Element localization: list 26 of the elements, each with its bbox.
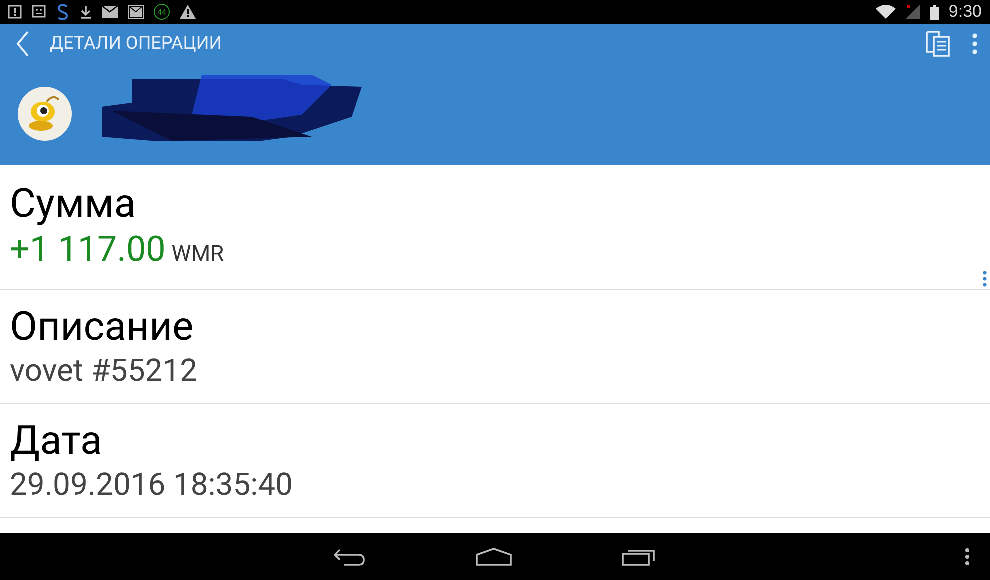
back-icon[interactable] [334, 548, 366, 566]
status-time: 9:30 [948, 2, 982, 22]
warning-icon [180, 5, 196, 19]
alert-icon [8, 5, 22, 19]
scroll-indicator [983, 271, 987, 287]
currency-unit: WMR [172, 243, 224, 268]
field-value: 29.09.2016 18:35:40 [10, 468, 293, 502]
mail-icon [102, 6, 118, 18]
home-icon[interactable] [476, 548, 512, 566]
field-label: Сумма [10, 183, 138, 225]
notification-badge: 44 [154, 4, 170, 20]
battery-icon [930, 4, 939, 20]
mail-icon [128, 5, 144, 19]
signal-icon [906, 5, 920, 19]
amount-value: +1 117.00 [10, 231, 166, 270]
field-label: Описание [10, 306, 195, 348]
field-label: Дата [10, 420, 104, 462]
wifi-icon [876, 5, 896, 19]
download-icon [80, 5, 92, 19]
screen-title: ДЕТАЛИ ОПЕРАЦИИ [50, 33, 224, 54]
documents-icon[interactable] [924, 30, 952, 58]
screen-icon [32, 5, 46, 19]
recent-apps-icon[interactable] [622, 548, 656, 566]
sync-icon [56, 4, 70, 20]
field-value: vovet #55212 [10, 354, 198, 388]
overflow-menu-icon[interactable] [965, 548, 970, 566]
